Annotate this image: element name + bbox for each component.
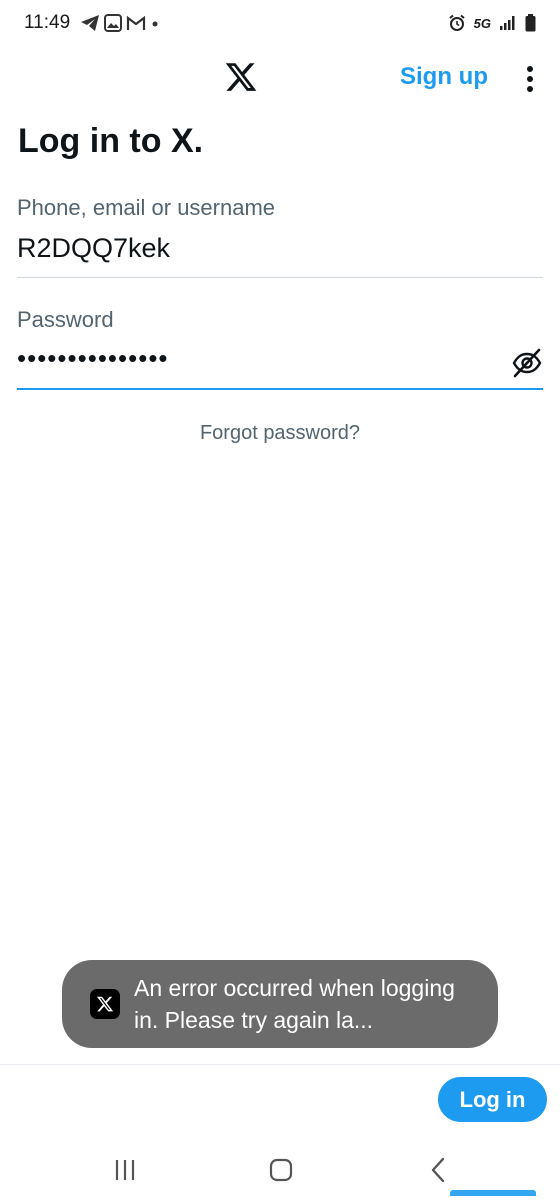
dot-icon: [152, 21, 158, 27]
back-icon[interactable]: [418, 1150, 458, 1190]
gallery-icon: [104, 14, 122, 32]
bottom-divider: [0, 1064, 560, 1065]
eye-off-icon[interactable]: [511, 347, 543, 379]
username-input[interactable]: R2DQQ7kek: [17, 233, 543, 264]
username-underline: [17, 277, 543, 278]
gmail-icon: [126, 15, 146, 30]
battery-icon: [525, 14, 536, 32]
password-label: Password: [17, 307, 114, 332]
nav-bar: [0, 1140, 560, 1200]
status-bar: 11:49 5G: [0, 0, 560, 48]
recents-icon[interactable]: [105, 1150, 145, 1190]
forgot-password-link[interactable]: Forgot password?: [0, 422, 560, 445]
error-toast: An error occurred when logging in. Pleas…: [62, 960, 498, 1048]
alarm-icon: [449, 14, 465, 31]
signup-link[interactable]: Sign up: [400, 63, 488, 91]
page-title: Log in to X.: [18, 122, 204, 160]
home-icon[interactable]: [261, 1150, 301, 1190]
login-button[interactable]: Log in: [438, 1077, 547, 1122]
status-time: 11:49: [24, 12, 71, 33]
telegram-icon: [81, 15, 99, 31]
username-label: Phone, email or username: [17, 195, 276, 220]
username-field[interactable]: Phone, email or username R2DQQ7kek: [17, 195, 543, 279]
toast-message: An error occurred when logging in. Pleas…: [134, 975, 455, 1033]
signal-icon: [500, 16, 515, 30]
password-underline: [17, 388, 543, 390]
more-vertical-icon[interactable]: [520, 64, 540, 94]
x-logo-icon: [90, 989, 120, 1019]
network-label: 5G: [473, 15, 491, 31]
password-input[interactable]: •••••••••••••••: [17, 343, 543, 374]
password-field[interactable]: Password •••••••••••••••: [17, 307, 543, 391]
x-logo-icon: [225, 63, 257, 91]
